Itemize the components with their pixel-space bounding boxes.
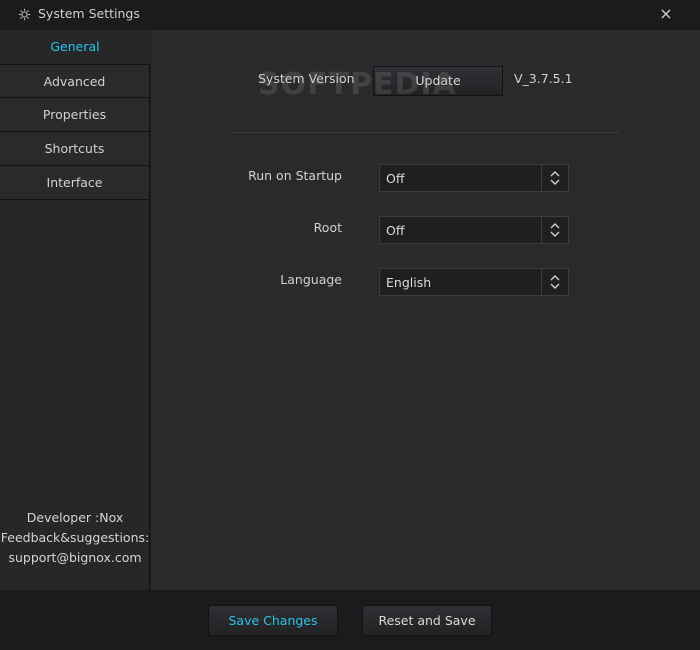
developer-label: Developer :Nox xyxy=(26,510,124,525)
sidebar-item-advanced[interactable]: Advanced xyxy=(0,64,150,98)
title-bar: System Settings × xyxy=(0,0,700,30)
language-value: English xyxy=(386,275,432,290)
root-label: Root xyxy=(313,220,342,235)
up-down-chevron-icon[interactable] xyxy=(541,165,568,191)
up-down-chevron-icon[interactable] xyxy=(541,269,568,295)
gear-icon xyxy=(18,8,31,21)
settings-window: System Settings × General Advanced Prope… xyxy=(0,0,700,650)
run-on-startup-value: Off xyxy=(386,171,405,186)
save-changes-button[interactable]: Save Changes xyxy=(208,605,338,636)
sidebar-item-properties[interactable]: Properties xyxy=(0,98,150,132)
sidebar: General Advanced Properties Shortcuts In… xyxy=(0,30,150,590)
version-value: V_3.7.5.1 xyxy=(514,71,573,86)
language-label: Language xyxy=(280,272,342,287)
close-icon[interactable]: × xyxy=(656,4,676,24)
feedback-label: Feedback&suggestions: xyxy=(0,530,150,545)
run-on-startup-label: Run on Startup xyxy=(248,168,342,183)
support-email[interactable]: support@bignox.com xyxy=(0,548,150,568)
window-title: System Settings xyxy=(38,6,140,21)
system-version-label: System Version xyxy=(258,71,355,86)
reset-and-save-button[interactable]: Reset and Save xyxy=(362,605,492,636)
sidebar-item-general[interactable]: General xyxy=(0,30,150,64)
up-down-chevron-icon[interactable] xyxy=(541,217,568,243)
general-settings-panel: System Version Update V_3.7.5.1 SOFTPEDI… xyxy=(151,30,700,590)
divider xyxy=(233,132,619,133)
developer-info: Developer :Nox Feedback&suggestions: sup… xyxy=(0,508,150,568)
sidebar-item-shortcuts[interactable]: Shortcuts xyxy=(0,132,150,166)
footer: Save Changes Reset and Save xyxy=(0,590,700,650)
update-button[interactable]: Update xyxy=(373,66,503,96)
sidebar-item-interface[interactable]: Interface xyxy=(0,166,150,200)
run-on-startup-select[interactable]: Off xyxy=(379,164,569,192)
language-select[interactable]: English xyxy=(379,268,569,296)
root-select[interactable]: Off xyxy=(379,216,569,244)
root-value: Off xyxy=(386,223,405,238)
